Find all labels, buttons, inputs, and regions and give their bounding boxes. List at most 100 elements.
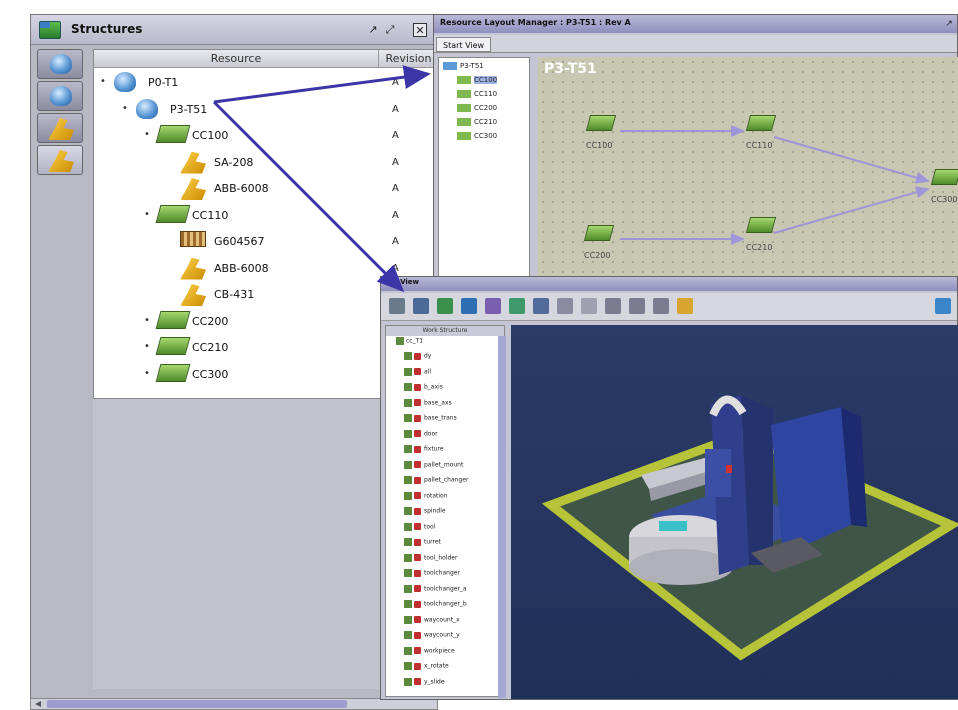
- tree-row[interactable]: SA-208 A: [94, 150, 437, 177]
- object-tree-item[interactable]: door: [404, 429, 438, 445]
- part-icon: [404, 631, 412, 639]
- scroll-left-icon[interactable]: [35, 701, 41, 707]
- object-tree-item[interactable]: spindle: [404, 507, 446, 522]
- layout-node[interactable]: CC100: [585, 115, 620, 150]
- expand-toggle-icon[interactable]: •: [144, 129, 150, 140]
- part-icon: [404, 476, 412, 484]
- hscroll-thumb[interactable]: [47, 700, 347, 708]
- spindle-indicator: [726, 465, 732, 473]
- toolbar-button-icon[interactable]: [533, 298, 549, 314]
- layout-tabbar: Start View: [434, 35, 957, 53]
- object-tree-item[interactable]: b_axis: [404, 383, 443, 398]
- part-icon: [404, 646, 412, 655]
- part-icon: [404, 445, 412, 453]
- object-tree-item[interactable]: x_rotate: [404, 662, 449, 677]
- object-tree: Work Structure cc_T1 dy all b_axis base_axs…: [385, 325, 506, 698]
- toolbar-button-icon[interactable]: [653, 298, 669, 314]
- object-tree-item[interactable]: all: [404, 367, 431, 383]
- object-tree-label: fixture: [424, 445, 444, 453]
- object-tree-label: tool: [424, 523, 436, 530]
- toolbar-button-icon[interactable]: [629, 298, 645, 314]
- close-icon[interactable]: ✕: [413, 23, 427, 37]
- part-icon: [404, 507, 412, 515]
- object-tree-item[interactable]: fixture: [404, 445, 444, 460]
- object-tree-label: door: [424, 430, 438, 437]
- object-tree-item[interactable]: toolchanger_b: [404, 600, 467, 615]
- layout-canvas[interactable]: P3-T51 CC100 CC110 CC300 CC200 CC210: [538, 57, 958, 279]
- object-tree-label: base_trans: [424, 414, 457, 422]
- toolbar-button-icon[interactable]: [461, 298, 477, 314]
- side-tab-robot[interactable]: [37, 113, 83, 143]
- toolbar-button-icon[interactable]: [437, 298, 453, 314]
- assembly-icon: [396, 337, 404, 345]
- side-tab-plant-2[interactable]: [37, 81, 83, 111]
- view3d-title: 3D View: [387, 278, 420, 286]
- view3d-titlebar: 3D View: [381, 277, 957, 291]
- joint-icon: [414, 585, 421, 592]
- side-tab-plant[interactable]: [37, 49, 83, 79]
- tree-row[interactable]: • CC110 A: [94, 203, 437, 230]
- layout-node[interactable]: CC300: [930, 169, 958, 204]
- restore-icon[interactable]: ↗: [942, 17, 956, 31]
- object-tree-item[interactable]: tool: [404, 522, 436, 538]
- mini-tree-item[interactable]: CC100: [457, 76, 498, 84]
- layout-node[interactable]: CC110: [745, 115, 780, 150]
- tree-row-label: P0-T1: [148, 76, 179, 89]
- part-icon: [404, 584, 412, 593]
- panel-toggle-icon[interactable]: [935, 298, 951, 314]
- expand-toggle-icon[interactable]: •: [144, 368, 150, 379]
- tree-row-revision: A: [392, 236, 399, 247]
- maximize-icon[interactable]: ⤢: [383, 23, 397, 37]
- expand-toggle-icon[interactable]: •: [122, 103, 128, 114]
- object-tree-item[interactable]: dy: [404, 352, 431, 367]
- object-tree-item[interactable]: toolchanger_a: [404, 584, 467, 600]
- object-tree-item[interactable]: base_trans: [404, 414, 457, 429]
- object-tree-item[interactable]: base_axs: [404, 398, 452, 414]
- expand-toggle-icon[interactable]: •: [144, 315, 150, 326]
- expand-toggle-icon[interactable]: •: [144, 341, 150, 352]
- object-tree-item[interactable]: y_slide: [404, 677, 445, 693]
- layout-node[interactable]: CC210: [745, 217, 780, 252]
- restore-icon[interactable]: ↗: [366, 23, 380, 37]
- toolbar-button-icon[interactable]: [605, 298, 621, 314]
- object-tree-root[interactable]: cc_T1: [396, 337, 423, 352]
- object-tree-item[interactable]: rotation: [404, 491, 448, 507]
- tree-row[interactable]: ABB-6008 A: [94, 176, 437, 203]
- object-tree-item[interactable]: pallet_mount: [404, 460, 463, 476]
- column-header-resource[interactable]: Resource: [94, 50, 379, 68]
- mini-tree-item[interactable]: P3-T51: [443, 62, 484, 70]
- object-tree-item[interactable]: pallet_changer: [404, 476, 468, 491]
- object-tree-item[interactable]: workpiece: [404, 646, 455, 662]
- layout-node[interactable]: CC200: [583, 225, 618, 260]
- object-tree-vscrollbar[interactable]: [498, 336, 506, 698]
- column-header-revision[interactable]: Revision: [379, 50, 439, 68]
- mini-tree-item[interactable]: CC110: [457, 90, 497, 98]
- object-tree-item[interactable]: waycount_x: [404, 615, 460, 631]
- cell-icon: [585, 115, 617, 131]
- tree-row[interactable]: • CC100 A: [94, 123, 437, 150]
- toolbar-button-icon[interactable]: [413, 298, 429, 314]
- tree-row[interactable]: • P0-T1 A: [94, 70, 437, 97]
- object-tree-item[interactable]: turret: [404, 538, 441, 553]
- mini-tree-item[interactable]: CC300: [457, 132, 497, 140]
- tree-row-revision: A: [392, 156, 399, 168]
- toolbar-button-icon[interactable]: [677, 298, 693, 314]
- mini-tree-item[interactable]: CC210: [457, 118, 497, 126]
- object-tree-item[interactable]: waycount_y: [404, 631, 460, 646]
- expand-toggle-icon[interactable]: •: [100, 76, 106, 87]
- toolbar-button-icon[interactable]: [557, 298, 573, 314]
- expand-toggle-icon[interactable]: •: [144, 209, 150, 220]
- mini-tree-item[interactable]: CC200: [457, 104, 497, 112]
- 3d-scene[interactable]: [511, 325, 958, 699]
- toolbar-button-icon[interactable]: [485, 298, 501, 314]
- object-tree-item[interactable]: tool_holder: [404, 553, 457, 569]
- toolbar-button-icon[interactable]: [581, 298, 597, 314]
- tree-row[interactable]: • P3-T51 A: [94, 97, 437, 124]
- object-tree-item[interactable]: toolchanger: [404, 569, 460, 584]
- side-tab-robot-active[interactable]: [37, 145, 83, 175]
- toolbar-button-icon[interactable]: [389, 298, 405, 314]
- toolbar-button-icon[interactable]: [509, 298, 525, 314]
- tree-row[interactable]: G604567 A: [94, 229, 437, 256]
- structures-hscrollbar[interactable]: [30, 698, 438, 710]
- tab-start-view[interactable]: Start View: [436, 37, 492, 52]
